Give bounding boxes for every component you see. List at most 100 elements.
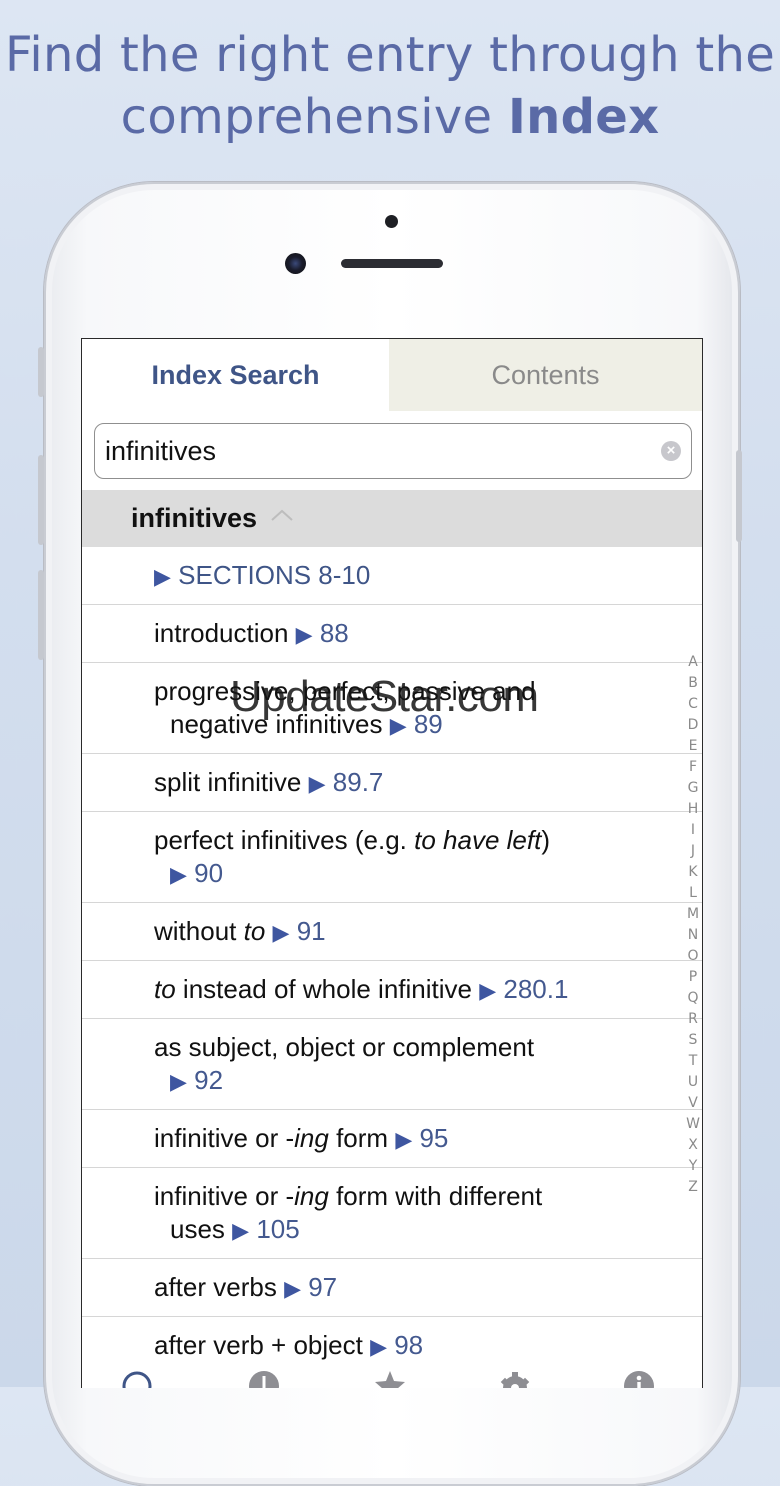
entry-ref: 97 [308, 1271, 338, 1302]
arrow-icon: ▶ [389, 712, 407, 738]
entry-ref: 91 [296, 915, 326, 946]
group-header[interactable]: infinitives [82, 490, 702, 547]
alpha-letter[interactable]: S [689, 1030, 698, 1051]
entry-ref: 88 [319, 617, 349, 648]
history-icon[interactable] [247, 1369, 281, 1388]
entry-text: introduction [154, 617, 296, 648]
entry-text: instead of whole infinitive [175, 973, 480, 1004]
front-camera [285, 253, 306, 274]
alpha-letter[interactable]: I [691, 820, 695, 841]
entry-italic: ing [294, 1122, 329, 1153]
headline-line-1: Find the right entry through the [4, 27, 776, 83]
group-title: infinitives [131, 503, 258, 533]
alpha-letter[interactable]: Z [688, 1177, 698, 1198]
alpha-letter[interactable]: J [691, 841, 695, 862]
arrow-icon: ▶ [232, 1217, 250, 1243]
alpha-letter[interactable]: E [689, 736, 698, 757]
entry-ref: 92 [194, 1064, 224, 1095]
entry-text: perfect infinitives (e.g. [154, 824, 415, 855]
tab-index-search[interactable]: Index Search [82, 339, 389, 411]
list-item[interactable]: introduction ▶ 88 [82, 605, 702, 663]
entry-text: without [154, 915, 244, 946]
alpha-letter[interactable]: B [688, 673, 698, 694]
entry-ref: 280.1 [503, 973, 569, 1004]
entry-text: ) [541, 824, 550, 855]
entry-text: infinitive or - [154, 1180, 295, 1211]
entry-text: split infinitive [154, 766, 309, 797]
headline-text: comprehensive [120, 89, 508, 145]
bottom-tab-bar [82, 1359, 702, 1388]
power-button [736, 450, 742, 542]
alpha-letter[interactable]: Y [689, 1156, 698, 1177]
entry-italic: ing [294, 1180, 329, 1211]
entry-italic: to [154, 973, 176, 1004]
entry-ref: 95 [419, 1122, 449, 1153]
gear-icon[interactable] [498, 1369, 532, 1388]
alpha-letter[interactable]: O [687, 946, 698, 967]
list-item[interactable]: without to ▶ 91 [82, 903, 702, 961]
alpha-letter[interactable]: M [687, 904, 699, 925]
alpha-letter[interactable]: N [688, 925, 698, 946]
arrow-icon: ▶ [479, 977, 497, 1003]
alpha-letter[interactable]: F [689, 757, 697, 778]
entry-text [265, 916, 272, 946]
alpha-letter[interactable]: R [688, 1009, 698, 1030]
headline: Find the right entry through the compreh… [0, 24, 780, 148]
alpha-letter[interactable]: Q [687, 988, 698, 1009]
headline-emphasis: Index [507, 89, 660, 145]
alpha-letter[interactable]: X [688, 1135, 698, 1156]
chevron-up-icon[interactable] [270, 504, 294, 528]
alpha-letter[interactable]: D [688, 715, 699, 736]
alpha-letter[interactable]: L [689, 883, 697, 904]
alpha-letter[interactable]: T [689, 1051, 698, 1072]
mute-switch [38, 347, 44, 397]
arrow-icon: ▶ [395, 1126, 413, 1152]
alpha-letter[interactable]: H [688, 799, 699, 820]
list-item[interactable]: ▶ SECTIONS 8-10 [82, 547, 702, 605]
alpha-letter[interactable]: K [688, 862, 697, 883]
earpiece-speaker [341, 259, 443, 268]
list-item[interactable]: perfect infinitives (e.g. to have left) … [82, 812, 702, 903]
list-item[interactable]: infinitive or -ing form with different u… [82, 1168, 702, 1259]
list-item[interactable]: to instead of whole infinitive ▶ 280.1 [82, 961, 702, 1019]
list-item[interactable]: split infinitive ▶ 89.7 [82, 754, 702, 812]
star-icon[interactable] [373, 1369, 407, 1388]
list-item[interactable]: after verbs ▶ 97 [82, 1259, 702, 1317]
alphabet-index[interactable]: A B C D E F G H I J K L M N O P Q R S T … [684, 652, 702, 1198]
entry-text: after verb + object [154, 1330, 371, 1360]
entry-italic: to [243, 915, 266, 946]
entry-text: uses [170, 1213, 233, 1244]
alpha-letter[interactable]: U [688, 1072, 698, 1093]
arrow-icon: ▶ [170, 1068, 187, 1094]
search-icon[interactable] [120, 1369, 154, 1388]
volume-up-button [38, 455, 44, 545]
entry-ref: 89.7 [332, 766, 384, 797]
headline-line-2: comprehensive Index [0, 86, 780, 148]
clear-search-icon[interactable]: × [661, 441, 681, 461]
entry-text: infinitive or - [154, 1122, 295, 1153]
entry-text: negative infinitives [170, 708, 390, 739]
entry-ref: SECTIONS 8-10 [178, 559, 371, 590]
alpha-letter[interactable]: P [689, 967, 697, 988]
info-icon[interactable] [622, 1369, 656, 1388]
entry-text: after verbs [154, 1271, 285, 1302]
alpha-letter[interactable]: A [688, 652, 698, 673]
alpha-letter[interactable]: W [686, 1114, 700, 1135]
alpha-letter[interactable]: C [688, 694, 698, 715]
entry-ref: 98 [394, 1330, 424, 1360]
tab-bar-top: Index Search Contents [82, 339, 702, 411]
arrow-icon: ▶ [170, 861, 187, 887]
arrow-icon: ▶ [284, 1275, 301, 1301]
list-item[interactable]: progressive, perfect, passive and negati… [82, 663, 702, 754]
search-box: × [94, 423, 692, 479]
tab-contents[interactable]: Contents [389, 339, 702, 411]
list-item[interactable]: as subject, object or complement ▶ 92 [82, 1019, 702, 1110]
search-input[interactable] [105, 432, 645, 470]
alpha-letter[interactable]: G [688, 778, 699, 799]
volume-down-button [38, 570, 44, 660]
list-item[interactable]: infinitive or -ing form ▶ 95 [82, 1110, 702, 1168]
entry-text: progressive, perfect, passive and [154, 675, 536, 706]
arrow-icon: ▶ [370, 1334, 387, 1359]
alpha-letter[interactable]: V [688, 1093, 698, 1114]
arrow-icon: ▶ [308, 770, 326, 796]
